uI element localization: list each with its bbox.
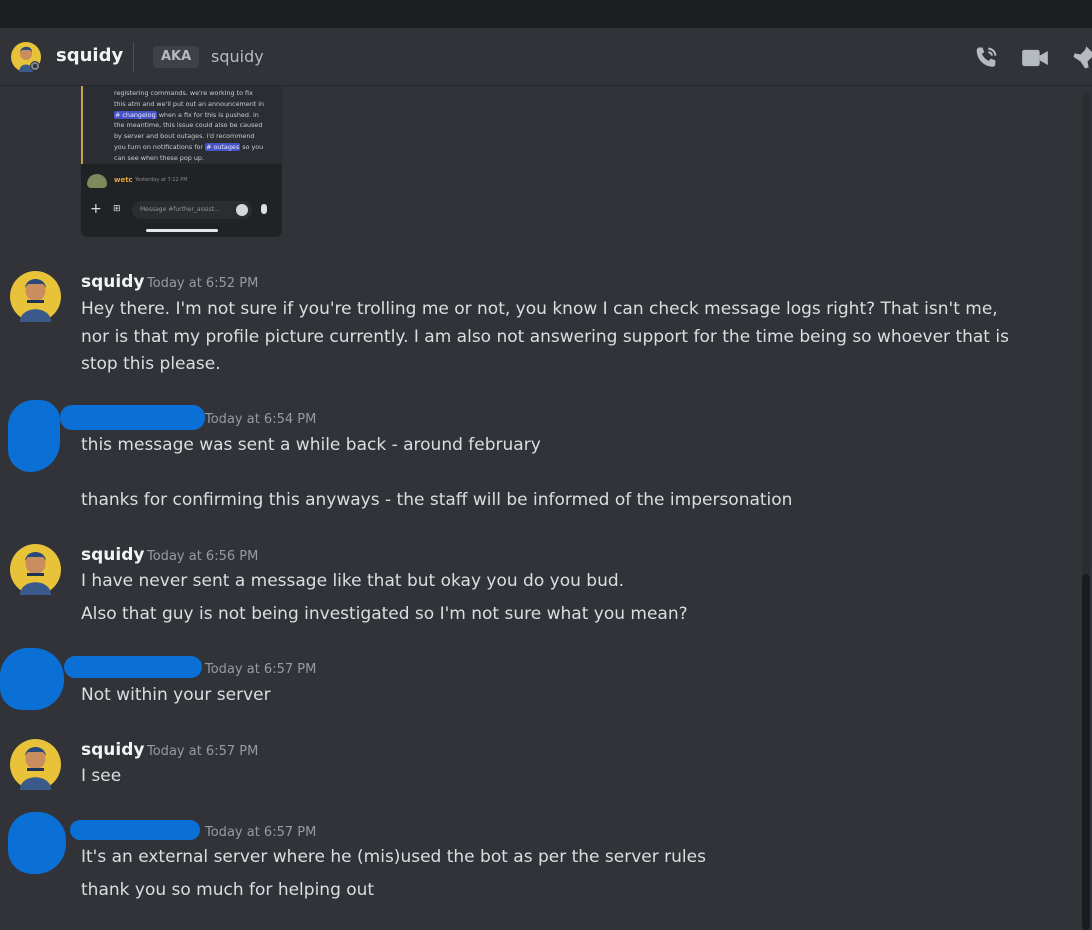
phone-call-icon[interactable] (972, 44, 1000, 72)
header-divider (133, 42, 134, 72)
header-username[interactable]: squidy (56, 45, 123, 66)
redacted-avatar (8, 812, 66, 874)
emoji-icon (236, 204, 248, 216)
plus-icon: + (90, 201, 102, 217)
embed-reply-avatar (87, 174, 107, 188)
avatar[interactable] (11, 42, 41, 72)
embed-reply-row: wetc Yesterday at 7:12 PM (87, 174, 277, 190)
scrollbar-thumb[interactable] (1082, 574, 1090, 930)
message-timestamp: Today at 6:57 PM (205, 662, 317, 677)
message-text: It's an external server where he (mis)us… (81, 847, 706, 867)
window-top-bar (0, 0, 1092, 28)
message-timestamp: Today at 6:52 PM (147, 276, 259, 291)
video-call-icon[interactable] (1021, 44, 1049, 72)
aka-badge: AKA (153, 46, 200, 68)
message-author[interactable]: squidy (81, 740, 144, 760)
message-text: thank you so much for helping out (81, 880, 375, 900)
embed-reply-name: wetc (114, 176, 133, 184)
avatar[interactable] (10, 739, 61, 790)
redacted-username (60, 405, 205, 430)
message-text: this message was sent a while back - aro… (81, 435, 541, 455)
message-text: Not within your server (81, 685, 271, 705)
avatar[interactable] (10, 544, 61, 595)
embed-input-bar: + ⊞ Message #further_assist... (81, 196, 282, 226)
avatar[interactable] (10, 271, 61, 322)
gift-icon: ⊞ (113, 204, 121, 214)
message-author[interactable]: squidy (81, 272, 144, 292)
pin-icon[interactable] (1070, 44, 1092, 72)
message-text: thanks for confirming this anyways - the… (81, 490, 793, 510)
embed-placeholder: Message #further_assist... (140, 206, 220, 213)
embed-reply-time: Yesterday at 7:12 PM (135, 177, 188, 183)
quoted-text: registering commands. we're working to f… (114, 89, 265, 162)
image-attachment[interactable]: registering commands. we're working to f… (81, 86, 282, 237)
message-text: Hey there. I'm not sure if you're trolli… (81, 299, 1009, 374)
home-indicator (146, 229, 218, 232)
message-timestamp: Today at 6:56 PM (147, 549, 259, 564)
aka-name: squidy (211, 47, 264, 66)
redacted-username (64, 656, 202, 678)
embed-message-field: Message #further_assist... (132, 201, 252, 219)
message-text: I have never sent a message like that bu… (81, 571, 625, 591)
redacted-username (70, 820, 200, 840)
message-timestamp: Today at 6:57 PM (205, 825, 317, 840)
message-timestamp: Today at 6:57 PM (147, 744, 259, 759)
redacted-avatar (0, 648, 64, 710)
message-text: I see (81, 766, 122, 786)
message-timestamp: Today at 6:54 PM (205, 412, 317, 427)
message-text: Also that guy is not being investigated … (81, 604, 688, 624)
redacted-avatar (8, 400, 60, 472)
message-author[interactable]: squidy (81, 545, 144, 565)
quoted-message: registering commands. we're working to f… (81, 86, 282, 164)
outages-channel-mention: # outages (205, 142, 241, 151)
changelog-channel-mention: # changelog (114, 110, 157, 119)
mic-icon (261, 204, 267, 214)
dm-header: squidy AKA squidy (0, 28, 1092, 86)
